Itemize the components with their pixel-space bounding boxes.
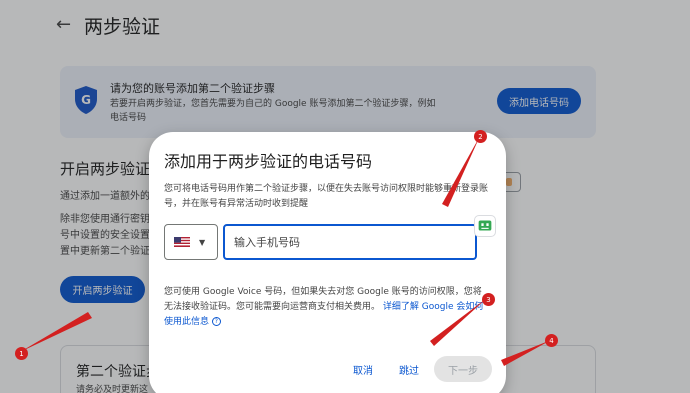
annotation-badge-4: 4 <box>545 334 558 347</box>
chevron-down-icon: ▼ <box>199 238 206 247</box>
skip-button[interactable]: 跳过 <box>389 357 429 381</box>
help-icon[interactable]: ? <box>211 317 221 326</box>
dialog-description: 您可将电话号码用作第二个验证步骤，以便在失去账号访问权限时能够重新登录账号，并在… <box>164 184 489 209</box>
us-flag-icon <box>174 237 190 247</box>
google-voice-note: 您可使用 Google Voice 号码，但如果失去对您 Google 账号的访… <box>164 285 484 330</box>
cancel-button[interactable]: 取消 <box>343 357 383 381</box>
next-button[interactable]: 下一步 <box>434 356 492 382</box>
annotation-badge-1: 1 <box>15 347 28 360</box>
annotation-badge-3: 3 <box>482 293 495 306</box>
country-code-select[interactable] <box>164 224 218 260</box>
phone-number-input[interactable] <box>223 224 477 260</box>
dialog-title: 添加用于两步验证的电话号码 <box>164 152 373 171</box>
annotation-badge-2: 2 <box>474 130 487 143</box>
robot-icon[interactable] <box>474 215 496 237</box>
